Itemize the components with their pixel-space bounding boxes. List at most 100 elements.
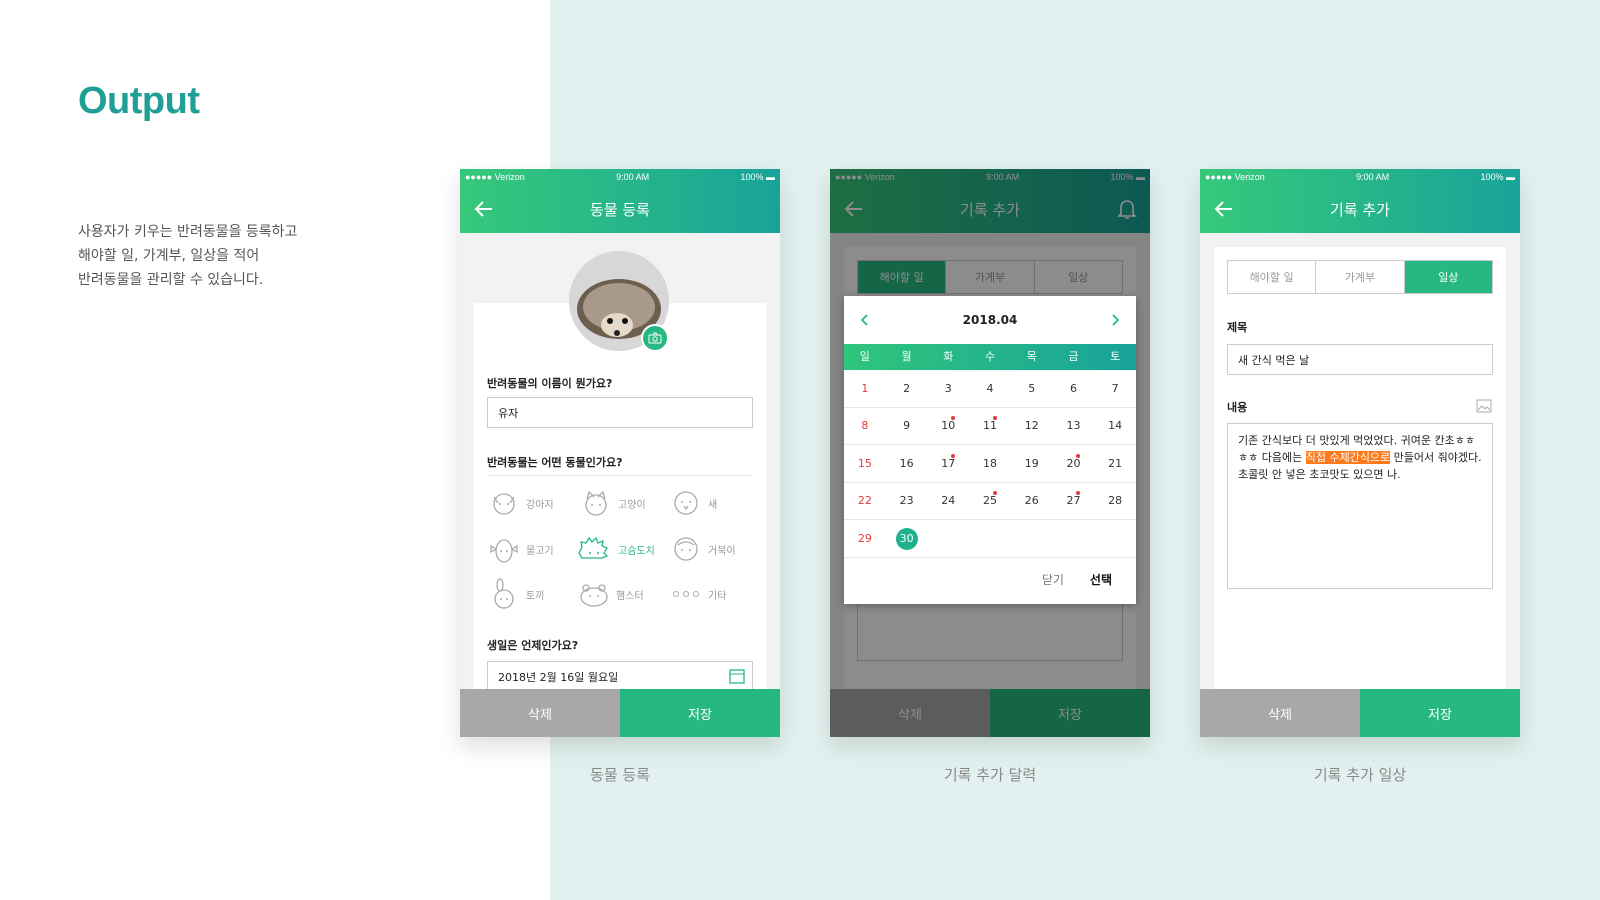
save-button[interactable]: 저장 [620, 689, 780, 737]
calendar-day[interactable]: 2 [886, 370, 928, 407]
calendar-day[interactable]: 6 [1053, 370, 1095, 407]
animal-option-rabbit[interactable]: 토끼 [488, 578, 544, 610]
title-label: 제목 [1227, 321, 1248, 334]
calendar-day[interactable]: 5 [1011, 370, 1053, 407]
divider [487, 475, 753, 476]
tab-daily[interactable]: 일상 [1404, 261, 1492, 293]
calendar-week-row: 1234567 [844, 370, 1136, 408]
calendar-day[interactable]: 19 [1011, 445, 1053, 482]
calendar-empty-cell [1011, 520, 1053, 557]
calendar-day[interactable]: 21 [1094, 445, 1136, 482]
calendar-day[interactable]: 4 [969, 370, 1011, 407]
calendar-footer: 닫기 선택 [844, 554, 1136, 604]
calendar-day[interactable]: 15 [844, 445, 886, 482]
tab-todo[interactable]: 해야할 일 [1228, 261, 1317, 293]
calendar-day[interactable]: 1 [844, 370, 886, 407]
calendar-day[interactable]: 9 [886, 407, 928, 444]
selected-text[interactable]: 직접 수제간식으로 [1305, 451, 1391, 464]
calendar-day[interactable]: 20 [1053, 445, 1095, 482]
calendar-day[interactable]: 18 [969, 445, 1011, 482]
calendar-empty-cell [1053, 520, 1095, 557]
animal-option-turtle[interactable]: 거북이 [670, 533, 736, 565]
calendar-day[interactable]: 28 [1094, 482, 1136, 519]
screen-title: 기록 추가 [1330, 201, 1390, 219]
calendar-week-row: 8 9 10 11 12 13 14 [844, 407, 1136, 445]
calendar-week-row: 29 30 [844, 520, 1136, 558]
hamster-icon [580, 584, 608, 607]
calendar-day[interactable]: 8 [844, 407, 886, 444]
calendar-header: 2018.04 [844, 296, 1136, 344]
animal-option-hamster[interactable]: 햄스터 [578, 578, 644, 610]
fish-icon [490, 539, 518, 563]
calendar-dialog: 2018.04 일 월 화 수 목 금 토 1 2 3 4 5 6 7 8 9 10 11 12 13 1… [844, 296, 1136, 604]
chevron-left-icon[interactable] [858, 313, 872, 327]
animal-option-hedgehog[interactable]: 고슴도치 [576, 533, 655, 565]
delete-button[interactable]: 삭제 [1200, 689, 1360, 737]
animal-option-bird[interactable]: 새 [670, 487, 717, 519]
image-icon[interactable] [1476, 399, 1492, 413]
calendar-empty-cell [1094, 520, 1136, 557]
name-question: 반려동물의 이름이 뭔가요? [487, 377, 613, 390]
calendar-day[interactable]: 3 [927, 370, 969, 407]
animal-option-other[interactable]: 기타 [670, 578, 726, 610]
calendar-day[interactable]: 10 [927, 407, 969, 444]
calendar-month: 2018.04 [962, 313, 1018, 327]
calendar-day[interactable]: 24 [927, 482, 969, 519]
bird-icon [674, 491, 698, 515]
record-tabs: 해야할 일 가계부 일상 [1227, 260, 1493, 294]
calendar-day[interactable]: 30 [886, 520, 928, 557]
calendar-day[interactable]: 23 [886, 482, 928, 519]
calendar-icon[interactable] [728, 667, 746, 685]
footer-buttons: 삭제 저장 [460, 689, 780, 737]
calendar-day[interactable]: 17 [927, 445, 969, 482]
more-icon [673, 591, 699, 597]
select-button[interactable]: 선택 [1090, 571, 1112, 588]
animal-option-cat[interactable]: 고양이 [580, 487, 646, 519]
dog-icon [493, 493, 515, 515]
calendar-day[interactable]: 14 [1094, 407, 1136, 444]
calendar-week-row: 15 16 17 18 19 20 21 [844, 445, 1136, 483]
birthday-input[interactable]: 2018년 2월 16일 월요일 [487, 661, 753, 692]
animal-option-fish[interactable]: 물고기 [488, 533, 554, 565]
cat-icon [585, 490, 607, 516]
calendar-day[interactable]: 25 [969, 482, 1011, 519]
save-button[interactable]: 저장 [1360, 689, 1520, 737]
calendar-day[interactable]: 26 [1011, 482, 1053, 519]
calendar-empty-cell [969, 520, 1011, 557]
camera-button[interactable] [641, 324, 669, 352]
calendar-day[interactable]: 13 [1053, 407, 1095, 444]
status-bar: ●●●●● Verizon 9:00 AM 100% ▬ [465, 172, 775, 182]
caption-record-daily: 기록 추가 일상 [1313, 766, 1407, 784]
calendar-day[interactable]: 22 [844, 482, 886, 519]
calendar-empty-cell [927, 520, 969, 557]
calendar-day[interactable]: 12 [1011, 407, 1053, 444]
delete-button[interactable]: 삭제 [460, 689, 620, 737]
turtle-icon [674, 537, 698, 561]
calendar-day[interactable]: 29 [844, 520, 886, 557]
content-textarea[interactable]: 기존 간식보다 더 맛있게 먹었었다. 귀여운 칸초ㅎㅎㅎㅎ 다음에는 직접 수… [1227, 423, 1493, 589]
page-description: 사용자가 키우는 반려동물을 등록하고 해야할 일, 가계부, 일상을 적어 반… [78, 224, 298, 288]
animal-option-dog[interactable]: 강아지 [488, 487, 554, 519]
rabbit-icon [494, 578, 514, 609]
page-title: Output [78, 80, 200, 122]
caption-pet-registration: 동물 등록 [590, 766, 650, 784]
screen-record-calendar: 해야할 일 가계부 일상 ●●●●● Verizon 9:00 AM 100% … [830, 169, 1150, 737]
calendar-week-row: 22 23 24 25 26 27 28 [844, 482, 1136, 520]
caption-record-calendar: 기록 추가 달력 [943, 766, 1037, 784]
pet-name-input[interactable]: 유자 [487, 397, 753, 428]
calendar-day[interactable]: 16 [886, 445, 928, 482]
screen-record-daily: ●●●●● Verizon 9:00 AM 100% ▬ 기록 추가 해야할 일… [1200, 169, 1520, 737]
footer-buttons: 삭제 저장 [1200, 689, 1520, 737]
screen-title: 동물 등록 [590, 201, 650, 219]
status-bar: ●●●●● Verizon 9:00 AM 100% ▬ [1205, 172, 1515, 182]
title-input[interactable]: 새 간식 먹은 날 [1227, 344, 1493, 375]
calendar-day[interactable]: 27 [1053, 482, 1095, 519]
camera-icon [648, 332, 662, 344]
calendar-day[interactable]: 11 [969, 407, 1011, 444]
calendar-day[interactable]: 7 [1094, 370, 1136, 407]
chevron-right-icon[interactable] [1108, 313, 1122, 327]
app-bar: ●●●●● Verizon 9:00 AM 100% ▬ 동물 등록 [460, 169, 780, 233]
close-button[interactable]: 닫기 [1042, 571, 1064, 588]
birthday-question: 생일은 언제인가요? [487, 639, 579, 652]
tab-budget[interactable]: 가계부 [1316, 261, 1405, 293]
